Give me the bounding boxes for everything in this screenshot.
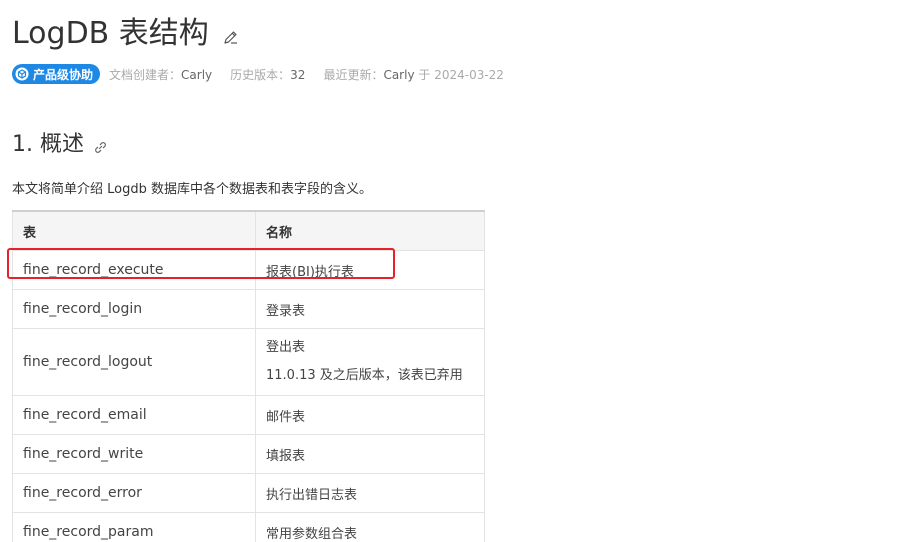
table-name-cell: fine_record_execute [12,250,256,290]
table-desc-cell: 登录表 [255,289,485,329]
creator-meta: 文档创建者：Carly [109,66,212,83]
section-title: 1. 概述 [12,132,84,157]
table-desc-cell: 报表(BI)执行表 [255,250,485,290]
product-assist-badge[interactable]: 产品级协助 [12,64,101,84]
creator-name: Carly [181,67,213,82]
table-desc-cell: 填报表 [255,434,485,474]
table-row: fine_record_write 填报表 [12,434,485,474]
table-desc-cell: 执行出错日志表 [255,473,485,513]
updated-label: 最近更新： [323,67,384,82]
title-row: LogDB 表结构 [12,12,239,56]
table-name-cell: fine_record_logout [12,328,256,396]
table-name-cell: fine_record_param [12,512,256,542]
page-title: LogDB 表结构 [12,16,209,51]
table-desc-text: 登出表 [266,340,306,355]
column-header-table: 表 [12,210,256,251]
table-name-cell: fine_record_login [12,289,256,329]
table-header-row: 表 名称 [12,210,485,251]
table-desc-note: 11.0.13 及之后版本，该表已弃用 [266,368,463,383]
cube-icon [15,67,29,81]
history-label: 历史版本： [230,67,291,82]
table-row: fine_record_execute 报表(BI)执行表 [12,250,485,290]
document-page: LogDB 表结构 产品级协助 文档创建者：Carly 历史版本：32 最近更新… [0,0,897,542]
updated-by: Carly [383,67,415,82]
table-row: fine_record_email 邮件表 [12,395,485,435]
table-row: fine_record_error 执行出错日志表 [12,473,485,513]
badge-label: 产品级协助 [33,67,94,82]
section-heading: 1. 概述 [12,128,107,162]
history-count[interactable]: 32 [290,68,305,82]
table-desc-cell: 常用参数组合表 [255,512,485,542]
column-header-name: 名称 [255,210,485,251]
table-row: fine_record_login 登录表 [12,289,485,329]
table-row: fine_record_param 常用参数组合表 [12,512,485,542]
table-desc-cell: 登出表 11.0.13 及之后版本，该表已弃用 [255,328,485,396]
link-icon[interactable] [94,141,107,154]
updated-meta: 最近更新：Carly 于 2024-03-22 [323,66,504,83]
doc-meta: 产品级协助 文档创建者：Carly 历史版本：32 最近更新：Carly 于 2… [12,64,504,84]
pencil-icon[interactable] [223,29,239,45]
table-desc-cell: 邮件表 [255,395,485,435]
table-list: 表 名称 fine_record_execute 报表(BI)执行表 fine_… [12,210,485,542]
creator-label: 文档创建者： [109,67,182,82]
table-name-cell: fine_record_error [12,473,256,513]
updated-date: 于 2024-03-22 [418,67,504,82]
intro-paragraph: 本文将简单介绍 Logdb 数据库中各个数据表和表字段的含义。 [12,182,372,197]
history-meta: 历史版本：32 [230,66,305,83]
table-name-cell: fine_record_email [12,395,256,435]
table-name-cell: fine_record_write [12,434,256,474]
table-row: fine_record_logout 登出表 11.0.13 及之后版本，该表已… [12,328,485,396]
